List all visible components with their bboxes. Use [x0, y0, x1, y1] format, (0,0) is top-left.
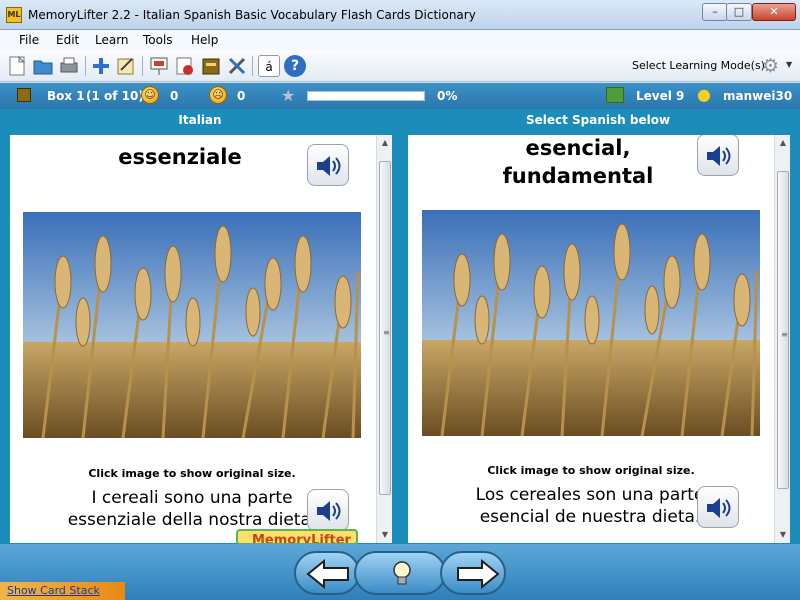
new-file-icon[interactable]: [6, 55, 28, 77]
scroll-down-icon[interactable]: ▼: [377, 527, 392, 543]
question-panel: essenziale Click image to show original …: [10, 135, 392, 543]
wrong-smiley-icon: ☹: [209, 86, 227, 104]
question-word: essenziale: [118, 145, 242, 169]
status-bar: Box 1 (1 of 10) ☺ 0 ☹ 0 ★ 0% Level 9 ● m…: [0, 83, 800, 109]
learning-mode-label[interactable]: Select Learning Mode(s): [632, 59, 765, 72]
menu-help[interactable]: Help: [191, 33, 218, 47]
close-button[interactable]: ✕: [752, 3, 796, 21]
question-header: Italian: [178, 113, 222, 127]
user-name: manwei30: [723, 89, 793, 103]
print-icon[interactable]: [58, 55, 80, 77]
level-label: Level 9: [636, 89, 685, 103]
question-sentence: I cereali sono una parte essenziale dell…: [67, 488, 317, 530]
menu-learn[interactable]: Learn: [95, 33, 129, 47]
menu-tools[interactable]: Tools: [143, 33, 173, 47]
next-card-button[interactable]: [440, 551, 506, 595]
edit-card-icon[interactable]: [115, 55, 137, 77]
help-icon[interactable]: ?: [284, 55, 306, 77]
answer-scrollbar[interactable]: ▲ ≡ ▼: [774, 135, 790, 543]
speaker-icon: [707, 146, 731, 166]
box-label: Box 1: [47, 89, 85, 103]
user-icon: ●: [697, 85, 711, 104]
question-sentence-audio-button[interactable]: [307, 489, 349, 531]
show-card-stack-tab[interactable]: Show Card Stack: [0, 582, 125, 600]
progress-bar: [307, 91, 425, 101]
menu-edit[interactable]: Edit: [56, 33, 79, 47]
box-count: (1 of 10): [86, 89, 144, 103]
answer-panel: esencial, fundamental Click image to sho…: [408, 135, 790, 543]
speaker-icon: [707, 498, 731, 518]
show-card-stack-link[interactable]: Show Card Stack: [7, 584, 100, 597]
toolbar-separator: [252, 56, 253, 76]
window-title: MemoryLifter 2.2 - Italian Spanish Basic…: [28, 8, 476, 22]
scroll-thumb[interactable]: ≡: [777, 171, 789, 489]
memorylifter-logo: MemoryLifter: [236, 529, 358, 545]
toolbar: á ? Select Learning Mode(s) ⚙ ▼: [0, 50, 800, 82]
tools-icon[interactable]: [226, 55, 248, 77]
toolbar-separator: [142, 56, 143, 76]
chevron-down-icon[interactable]: ▼: [786, 60, 792, 69]
special-characters-icon[interactable]: á: [258, 55, 280, 77]
answer-image-hint: Click image to show original size.: [487, 464, 695, 477]
statistics-icon[interactable]: [174, 55, 196, 77]
answer-word: esencial, fundamental: [502, 136, 654, 188]
answer-sentence: Los cereales son una parte esencial de n…: [475, 485, 705, 527]
toolbar-separator: [85, 56, 86, 76]
speaker-icon: [317, 156, 341, 176]
box-icon: [17, 88, 31, 102]
app-logo-icon: ML: [6, 7, 22, 23]
card-area: Italian Select Spanish below essenziale: [0, 109, 800, 544]
speaker-icon: [317, 501, 341, 521]
card-stack-icon[interactable]: [200, 55, 222, 77]
level-icon: [606, 87, 624, 103]
progress-text: 0%: [437, 89, 458, 103]
question-scrollbar[interactable]: ▲ ≡ ▼: [376, 135, 392, 543]
previous-card-button[interactable]: [294, 551, 360, 595]
question-image[interactable]: [23, 212, 361, 438]
minimize-button[interactable]: –: [702, 3, 728, 21]
scroll-thumb[interactable]: ≡: [379, 161, 391, 495]
scroll-down-icon[interactable]: ▼: [775, 527, 790, 543]
hint-button[interactable]: [354, 551, 446, 595]
correct-smiley-icon: ☺: [141, 86, 159, 104]
scroll-up-icon[interactable]: ▲: [775, 135, 790, 151]
question-audio-button[interactable]: [307, 144, 349, 186]
answer-sentence-audio-button[interactable]: [697, 486, 739, 528]
answer-header: Select Spanish below: [525, 113, 671, 127]
arrow-left-icon: [306, 559, 349, 589]
menu-file[interactable]: File: [19, 33, 39, 47]
open-folder-icon[interactable]: [32, 55, 54, 77]
wrong-count: 0: [237, 89, 246, 103]
question-image-hint: Click image to show original size.: [88, 467, 296, 480]
presentation-icon[interactable]: [148, 55, 170, 77]
bottom-nav: Show Card Stack: [0, 544, 800, 600]
scroll-up-icon[interactable]: ▲: [377, 135, 392, 151]
add-card-icon[interactable]: [90, 55, 112, 77]
correct-count: 0: [170, 89, 179, 103]
lightbulb-icon: [393, 561, 411, 585]
gear-icon[interactable]: ⚙: [762, 55, 784, 77]
menu-bar: File Edit Learn Tools Help: [0, 30, 800, 50]
answer-image[interactable]: [422, 210, 760, 436]
answer-audio-button[interactable]: [697, 135, 739, 176]
maximize-button[interactable]: □: [726, 3, 752, 21]
title-bar: ML MemoryLifter 2.2 - Italian Spanish Ba…: [0, 0, 800, 30]
star-icon: ★: [281, 86, 296, 105]
arrow-right-icon: [457, 559, 500, 589]
